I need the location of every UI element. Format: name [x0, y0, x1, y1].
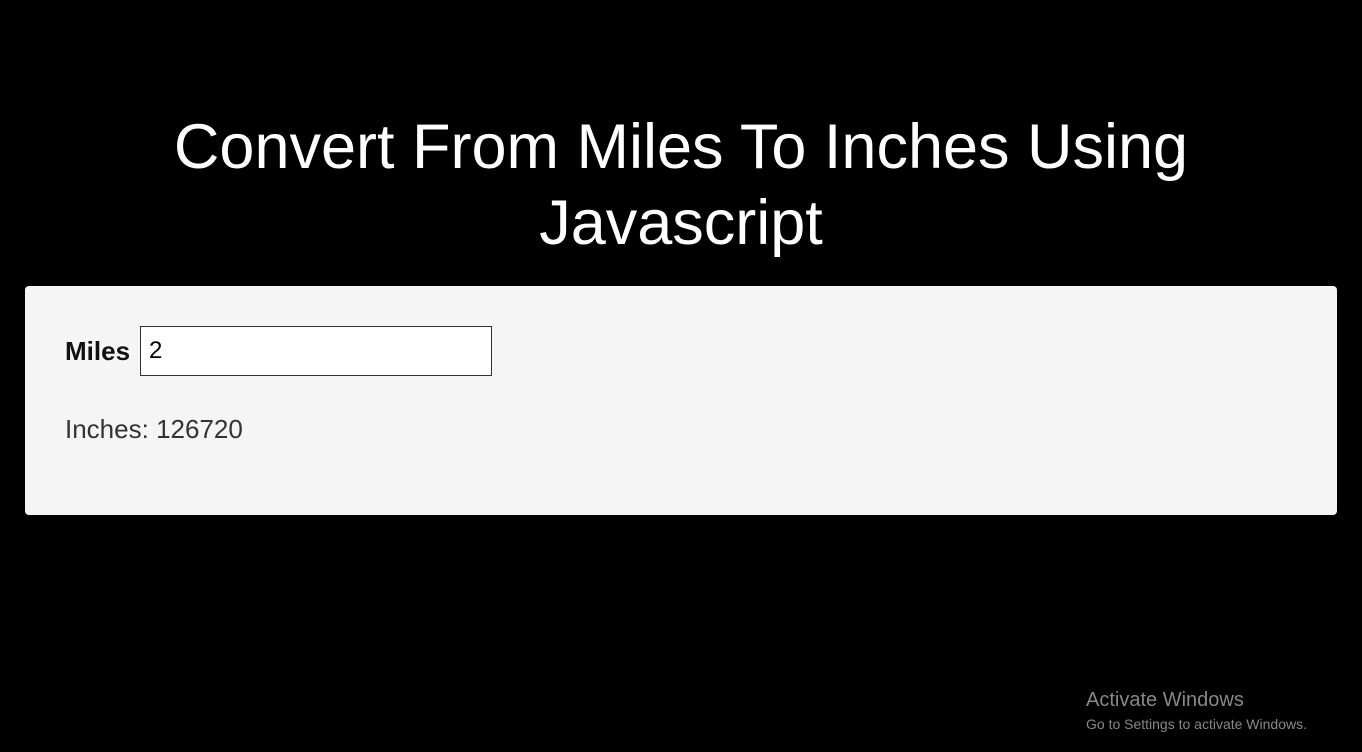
windows-watermark: Activate Windows Go to Settings to activ… — [1086, 689, 1307, 732]
input-row: Miles — [65, 326, 1297, 376]
watermark-title: Activate Windows — [1086, 689, 1307, 712]
output-row: Inches: 126720 — [65, 414, 1297, 445]
watermark-subtitle: Go to Settings to activate Windows. — [1086, 716, 1307, 732]
converter-panel: Miles Inches: 126720 — [25, 286, 1337, 515]
miles-input[interactable] — [140, 326, 492, 376]
miles-label: Miles — [65, 336, 130, 367]
page-title: Convert From Miles To Inches Using Javas… — [0, 110, 1362, 261]
inches-value: 126720 — [156, 414, 243, 444]
inches-label: Inches: — [65, 414, 149, 444]
